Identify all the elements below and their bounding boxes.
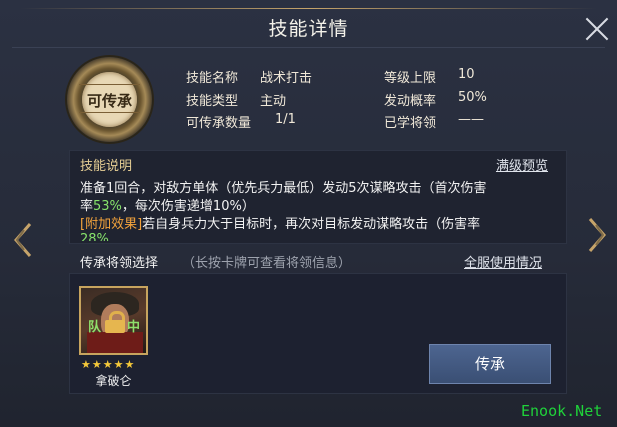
extra-effect-tag: [附加效果]: [80, 217, 143, 232]
inherit-button[interactable]: 传承: [429, 344, 551, 384]
description-title: 技能说明: [80, 159, 133, 174]
damage-rate-value: 53%: [93, 199, 122, 214]
general-portrait-armor: [87, 332, 143, 353]
info-skill-type: 主动: [260, 94, 287, 109]
description-text: 若自身兵力大于目标时，再次对目标发动谋略攻击（伤害率: [142, 217, 481, 232]
server-usage-link[interactable]: 全服使用情况: [464, 252, 542, 271]
watermark: Enook.Net: [521, 402, 603, 420]
skill-detail-dialog: 技能详情 可传承 技能名称 战术打击 技能类型 主动 可传承数量 1/1 等级上…: [0, 0, 617, 427]
title-divider: [12, 47, 605, 48]
info-learned: ——: [458, 112, 484, 127]
inheritable-seal-icon: 可传承: [67, 57, 152, 142]
info-skill-type-label: 技能类型: [186, 94, 239, 109]
info-inherit-count: 1/1: [275, 112, 296, 127]
description-line-cut: 28%: [80, 232, 109, 241]
inherit-section-title: 传承将领选择: [80, 256, 159, 271]
seal-decoration: [79, 112, 140, 113]
dialog-title: 技能详情: [268, 18, 349, 40]
chevron-right-icon[interactable]: [582, 215, 612, 255]
info-inherit-count-label: 可传承数量: [186, 116, 252, 131]
max-level-preview-link[interactable]: 满级预览: [496, 155, 548, 174]
info-learned-label: 已学将领: [384, 116, 437, 131]
general-name: 拿破仑: [95, 374, 132, 388]
info-trigger-rate-label: 发动概率: [384, 94, 437, 109]
star-rating: ★★★★★: [81, 358, 136, 371]
info-level-cap-label: 等级上限: [384, 71, 437, 86]
info-skill-name: 战术打击: [260, 71, 313, 86]
inherit-hint: （长按卡牌可查看将领信息）: [182, 256, 352, 271]
general-card[interactable]: 队 中: [79, 286, 148, 355]
close-icon[interactable]: [583, 15, 611, 43]
info-skill-name-label: 技能名称: [186, 71, 239, 86]
lock-icon: [105, 311, 125, 333]
description-line: [附加效果]若自身兵力大于目标时，再次对目标发动谋略攻击（伤害率: [80, 213, 480, 232]
info-trigger-rate: 50%: [458, 90, 487, 105]
description-text: 率: [80, 199, 94, 214]
description-line: 准备1回合，对敌方单体（优先兵力最低）发动5次谋略攻击（首次伤害: [80, 181, 487, 196]
info-level-cap: 10: [458, 67, 475, 82]
description-text: ，每次伤害递增10%）: [121, 199, 255, 214]
seal-decoration: [79, 84, 140, 85]
description-line: 率53%，每次伤害递增10%）: [80, 195, 255, 214]
chevron-left-icon[interactable]: [8, 220, 38, 260]
seal-label: 可传承: [86, 92, 132, 110]
card-tag: 中: [127, 320, 141, 335]
description-box[interactable]: 技能说明 满级预览 准备1回合，对敌方单体（优先兵力最低）发动5次谋略攻击（首次…: [69, 150, 567, 244]
card-tag: 队: [88, 320, 102, 335]
top-ornament: [20, 8, 597, 9]
